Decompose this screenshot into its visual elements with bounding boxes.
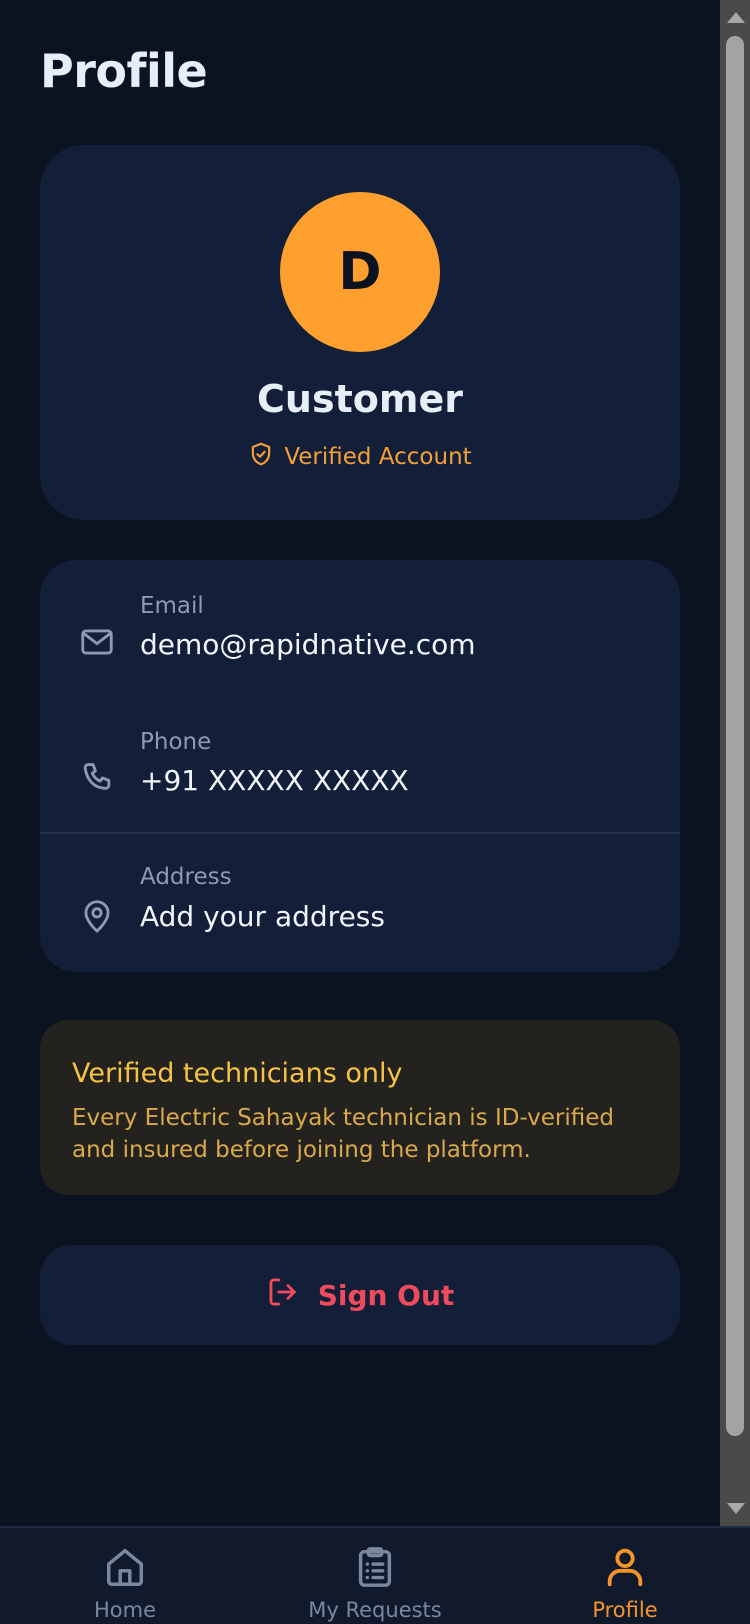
avatar: D — [280, 192, 440, 352]
address-value: Add your address — [140, 900, 385, 933]
email-row[interactable]: Email demo@rapidnative.com — [40, 590, 680, 700]
profile-name: Customer — [257, 377, 463, 421]
email-value: demo@rapidnative.com — [140, 628, 476, 661]
sign-out-label: Sign Out — [317, 1278, 455, 1312]
address-label: Address — [140, 864, 232, 890]
vertical-scrollbar[interactable] — [720, 0, 750, 1526]
app-root: Profile D Customer Verified Account Emai… — [0, 0, 750, 1624]
email-label: Email — [140, 593, 204, 619]
sign-out-button[interactable]: Sign Out — [40, 1245, 680, 1345]
mail-icon — [78, 623, 116, 661]
tab-profile[interactable]: Profile — [500, 1528, 750, 1624]
verified-technicians-notice: Verified technicians only Every Electric… — [40, 1020, 680, 1195]
phone-value: +91 XXXXX XXXXX — [140, 764, 409, 797]
tab-home[interactable]: Home — [0, 1528, 250, 1624]
tab-profile-label: Profile — [592, 1598, 658, 1622]
notice-title: Verified technicians only — [72, 1058, 403, 1089]
profile-scroll-view[interactable]: Profile D Customer Verified Account Emai… — [0, 0, 720, 1526]
phone-icon — [78, 759, 116, 797]
tab-my-requests[interactable]: My Requests — [250, 1528, 500, 1624]
tab-home-label: Home — [93, 1598, 156, 1622]
scrollbar-thumb[interactable] — [726, 36, 744, 1436]
address-row[interactable]: Address Add your address — [40, 864, 680, 972]
notice-text: Every Electric Sahayak technician is ID-… — [72, 1105, 614, 1163]
tab-my-requests-label: My Requests — [308, 1598, 442, 1622]
bottom-tab-bar: Home My Requests Profile — [0, 1526, 750, 1624]
log-out-icon — [266, 1275, 300, 1316]
clipboard-list-icon — [352, 1544, 398, 1590]
phone-row[interactable]: Phone +91 XXXXX XXXXX — [40, 726, 680, 836]
verified-badge: Verified Account — [40, 441, 680, 473]
scroll-up-arrow-icon[interactable] — [727, 12, 745, 23]
shield-check-icon — [248, 441, 274, 473]
verified-label: Verified Account — [284, 444, 472, 470]
scroll-down-arrow-icon[interactable] — [727, 1503, 745, 1514]
map-pin-icon — [78, 897, 116, 935]
page-title: Profile — [40, 44, 208, 98]
divider — [40, 832, 680, 834]
contact-info-card: Email demo@rapidnative.com Phone +91 XXX… — [40, 560, 680, 972]
user-icon — [602, 1544, 648, 1590]
phone-label: Phone — [140, 729, 212, 755]
profile-card: D Customer Verified Account — [40, 145, 680, 520]
home-icon — [102, 1544, 148, 1590]
